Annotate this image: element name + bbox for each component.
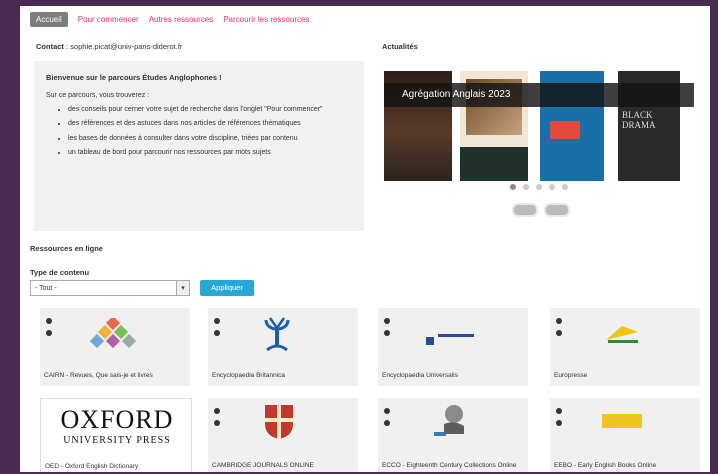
lock-icon [556, 330, 562, 336]
pager-dot[interactable] [523, 184, 529, 190]
chevron-down-icon[interactable]: ▾ [176, 281, 189, 295]
carousel-prev-button[interactable] [512, 203, 538, 217]
pager-dot[interactable] [562, 184, 568, 190]
pager-dot[interactable] [536, 184, 542, 190]
select-value: - Tout - [35, 285, 57, 292]
tab-bar: Accueil Pour commencer Autres ressources… [30, 12, 309, 27]
tab-pour-commencer[interactable]: Pour commencer [78, 15, 139, 24]
lock-icon [46, 330, 52, 336]
cambridge-shield-logo [264, 404, 294, 445]
resource-card-label: Encyclopaedia Universalis [382, 371, 458, 379]
resource-card-cambridge[interactable]: CAMBRIDGE JOURNALS ONLINE [208, 398, 358, 472]
welcome-intro: Sur ce parcours, vous trouverez : [46, 92, 150, 99]
resource-card-label: ECCO - Eighteenth Century Collections On… [382, 461, 517, 469]
lock-icon [384, 330, 390, 336]
tab-parcourir-ressources[interactable]: Parcourir les ressources [223, 15, 309, 24]
welcome-item: des conseils pour cerner votre sujet de … [68, 105, 352, 114]
resource-card-label: Europresse [554, 371, 588, 379]
welcome-item: les bases de données à consulter dans vo… [68, 134, 352, 143]
welcome-title: Bienvenue sur le parcours Études Angloph… [46, 73, 222, 82]
resource-card-label: CAIRN - Revues, Que sais-je et livres [44, 371, 153, 379]
eebo-logo [602, 414, 642, 428]
resource-card-ecco[interactable]: ECCO - Eighteenth Century Collections On… [378, 398, 528, 472]
lock-icon [384, 420, 390, 426]
info-icon[interactable] [556, 318, 562, 324]
resource-card-britannica[interactable]: Encyclopaedia Britannica [208, 308, 358, 386]
carousel-caption: Agrégation Anglais 2023 [384, 83, 694, 107]
cairn-logo [89, 315, 137, 359]
oxford-university-press-logo: OXFORD UNIVERSITY PRESS [60, 405, 174, 447]
resource-card-oed[interactable]: OXFORD UNIVERSITY PRESS OED - Oxford Eng… [40, 398, 192, 472]
europresse-logo [602, 322, 642, 351]
lock-icon [556, 420, 562, 426]
contact-line: Contact : sophie.picat@univ-paris-didero… [36, 42, 182, 51]
resources-heading: Ressources en ligne [30, 244, 103, 253]
resource-card-universalis[interactable]: Encyclopaedia Universalis [378, 308, 528, 386]
info-icon[interactable] [214, 318, 220, 324]
page-panel: Accueil Pour commencer Autres ressources… [20, 6, 710, 472]
info-icon[interactable] [384, 318, 390, 324]
pager-dot[interactable] [510, 184, 516, 190]
background-frame [0, 0, 20, 474]
resource-card-cairn[interactable]: CAIRN - Revues, Que sais-je et livres [40, 308, 190, 386]
info-icon[interactable] [556, 408, 562, 414]
lock-icon [214, 330, 220, 336]
welcome-list: des conseils pour cerner votre sujet de … [46, 105, 352, 158]
content-type-label: Type de contenu [30, 268, 90, 277]
universalis-logo [426, 332, 476, 345]
welcome-item: des références et des astuces dans nos a… [68, 119, 352, 128]
info-icon[interactable] [46, 318, 52, 324]
pager-dot[interactable] [549, 184, 555, 190]
actualites-title: Actualités [382, 42, 418, 51]
tab-autres-ressources[interactable]: Autres ressources [149, 15, 213, 24]
news-carousel[interactable]: BLACK DRAMA Agrégation Anglais 2023 [384, 61, 704, 186]
contact-label: Contact [36, 42, 64, 51]
contact-email[interactable]: : sophie.picat@univ-paris-diderot.fr [66, 42, 182, 51]
apply-button[interactable]: Appliquer [200, 280, 254, 296]
welcome-item: un tableau de bord pour parcourir nos re… [68, 148, 352, 157]
content-type-select[interactable]: - Tout - ▾ [30, 280, 190, 296]
carousel-next-button[interactable] [544, 203, 570, 217]
resource-card-europresse[interactable]: Europresse [550, 308, 700, 386]
lock-icon [214, 420, 220, 426]
britannica-thistle-logo [260, 316, 294, 359]
tab-accueil[interactable]: Accueil [30, 12, 68, 27]
welcome-box: Bienvenue sur le parcours Études Angloph… [34, 61, 364, 231]
resource-card-label: EEBO - Early English Books Online [554, 461, 657, 469]
book-cover-4-title: BLACK DRAMA [622, 110, 656, 130]
resource-card-label: Encyclopaedia Britannica [212, 371, 285, 379]
info-icon[interactable] [384, 408, 390, 414]
info-icon[interactable] [214, 408, 220, 414]
resource-card-eebo[interactable]: EEBO - Early English Books Online [550, 398, 700, 472]
resource-card-label: CAMBRIDGE JOURNALS ONLINE [212, 461, 314, 469]
carousel-pager [510, 184, 568, 190]
resource-card-label: OED - Oxford English Dictionary [45, 462, 139, 470]
ecco-logo [430, 402, 470, 447]
